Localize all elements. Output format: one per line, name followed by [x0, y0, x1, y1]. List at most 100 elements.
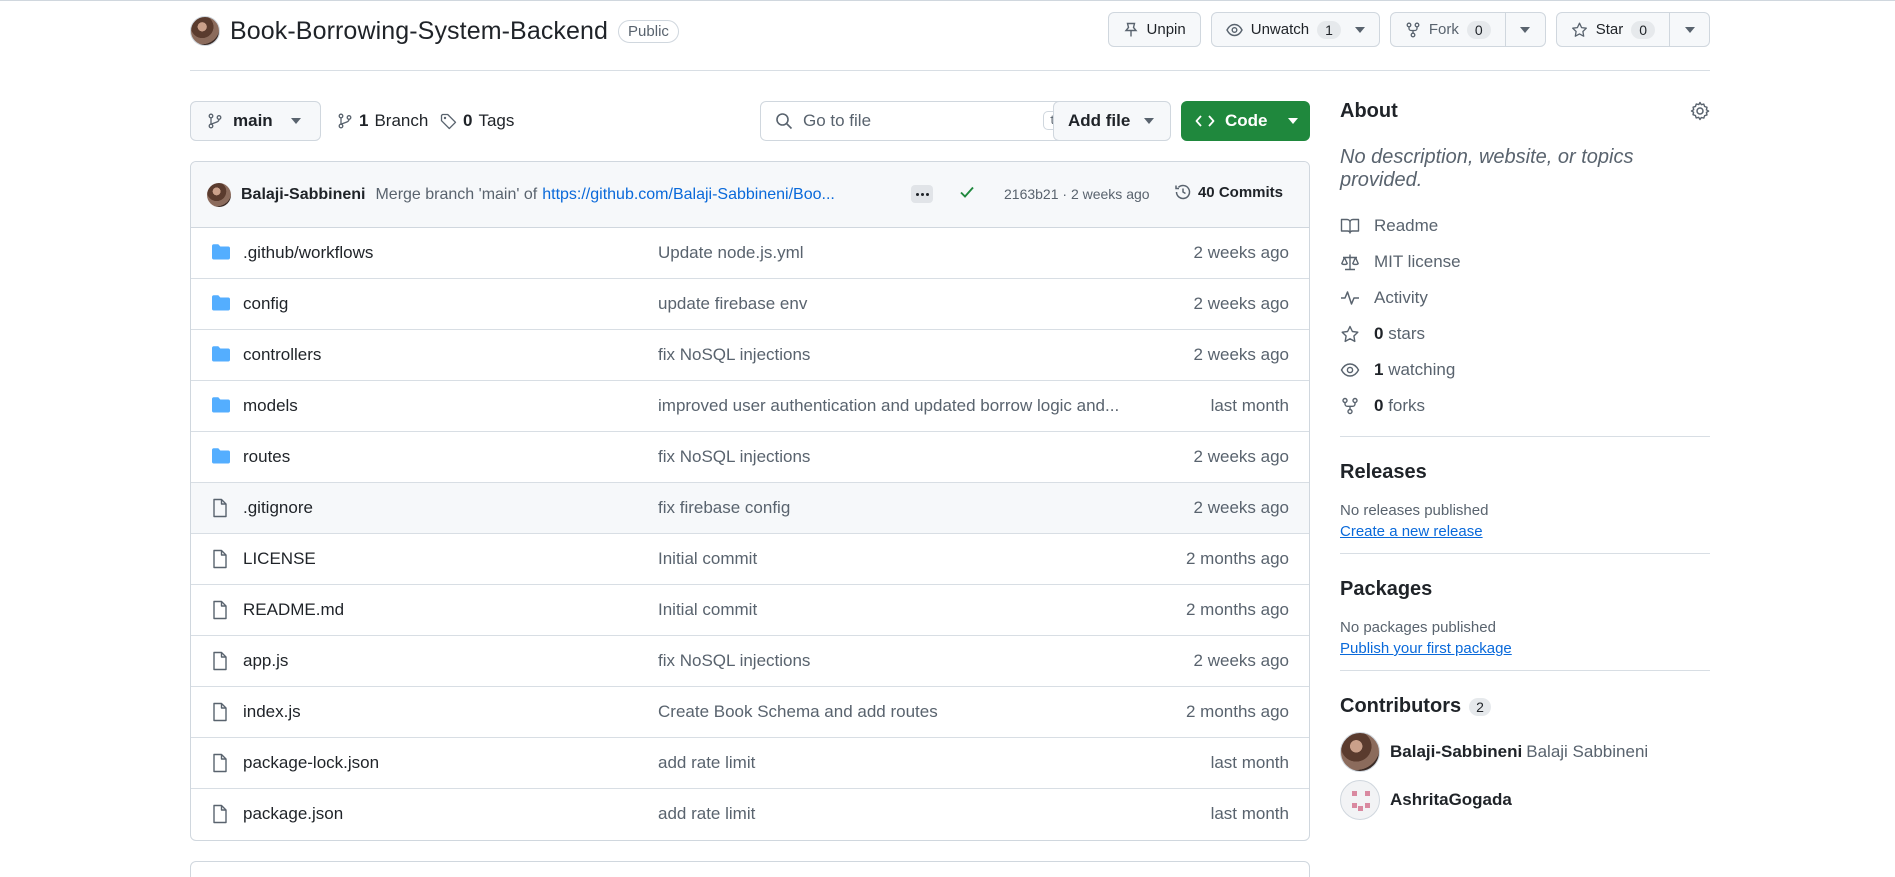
file-icon [211, 549, 229, 574]
readme-panel [190, 861, 1310, 877]
file-commit-date: last month [1210, 804, 1289, 823]
table-row[interactable]: .gitignore fix firebase config 2 weeks ago [191, 483, 1309, 534]
folder-icon [211, 345, 231, 368]
file-name[interactable]: LICENSE [243, 549, 316, 569]
table-row[interactable]: models improved user authentication and u… [191, 381, 1309, 432]
fork-dropdown[interactable] [1504, 13, 1545, 46]
table-row[interactable]: README.md Initial commit 2 months ago [191, 585, 1309, 636]
branches-link[interactable]: 1 Branch [337, 111, 428, 131]
table-row[interactable]: LICENSE Initial commit 2 months ago [191, 534, 1309, 585]
add-file-label: Add file [1068, 111, 1131, 130]
commit-sha-time[interactable]: 2163b21 · 2 weeks ago [1004, 186, 1150, 202]
file-name[interactable]: README.md [243, 600, 344, 620]
commit-author[interactable]: Balaji-Sabbineni [241, 186, 365, 204]
book-icon [1340, 218, 1360, 234]
avatar[interactable] [1340, 732, 1380, 772]
commits-history-link[interactable]: 40 Commits [1174, 183, 1283, 201]
table-row[interactable]: package.json add rate limit last month [191, 789, 1309, 840]
commit-message[interactable]: Merge branch 'main' of [375, 186, 537, 204]
file-commit-message[interactable]: add rate limit [658, 804, 755, 824]
chevron-down-icon [290, 118, 301, 124]
table-row[interactable]: config update firebase env 2 weeks ago [191, 279, 1309, 330]
contributor-item[interactable]: AshritaGogada [1340, 780, 1710, 820]
contributor-item[interactable]: Balaji-Sabbineni Balaji Sabbineni [1340, 732, 1710, 772]
readme-link[interactable]: Readme [1340, 208, 1710, 244]
file-commit-date: 2 weeks ago [1193, 294, 1289, 313]
file-icon [211, 702, 229, 727]
fork-button[interactable]: Fork 0 [1389, 12, 1546, 47]
star-button[interactable]: Star 0 [1555, 12, 1710, 47]
file-name[interactable]: config [243, 294, 288, 314]
activity-link[interactable]: Activity [1340, 280, 1710, 316]
tags-link[interactable]: 0 Tags [440, 111, 514, 131]
license-link[interactable]: MIT license [1340, 244, 1710, 280]
search-input[interactable] [803, 111, 1003, 131]
chevron-down-icon [1354, 26, 1365, 33]
unwatch-button[interactable]: Unwatch 1 [1210, 12, 1380, 47]
go-to-file-search[interactable]: t [760, 101, 1074, 141]
publish-package-link[interactable]: Publish your first package [1340, 640, 1512, 657]
file-name[interactable]: index.js [243, 702, 301, 722]
file-name[interactable]: .github/workflows [243, 243, 373, 263]
packages-title[interactable]: Packages [1340, 578, 1710, 601]
expand-commit-message-button[interactable] [911, 185, 933, 203]
repo-name[interactable]: Book-Borrowing-System-Backend [230, 17, 608, 46]
file-name[interactable]: routes [243, 447, 290, 467]
file-commit-message[interactable]: fix NoSQL injections [658, 345, 810, 365]
owner-avatar[interactable] [190, 16, 220, 46]
releases-empty-text: No releases published [1340, 502, 1489, 519]
file-name[interactable]: controllers [243, 345, 321, 365]
file-name[interactable]: package-lock.json [243, 753, 379, 773]
table-row[interactable]: routes fix NoSQL injections 2 weeks ago [191, 432, 1309, 483]
file-commit-message[interactable]: update firebase env [658, 294, 807, 314]
contributors-title[interactable]: Contributors [1340, 695, 1461, 718]
file-name[interactable]: models [243, 396, 298, 416]
file-commit-date: 2 weeks ago [1193, 243, 1289, 262]
table-row[interactable]: .github/workflows Update node.js.yml 2 wee… [191, 228, 1309, 279]
file-commit-message[interactable]: fix firebase config [658, 498, 790, 518]
releases-title[interactable]: Releases [1340, 461, 1710, 484]
commit-message-link[interactable]: https://github.com/Balaji-Sabbineni/Boo.… [542, 186, 835, 204]
chevron-down-icon [1520, 26, 1531, 33]
create-release-link[interactable]: Create a new release [1340, 523, 1483, 540]
file-name[interactable]: .gitignore [243, 498, 313, 518]
file-commit-message[interactable]: Update node.js.yml [658, 243, 804, 263]
file-commit-date: last month [1210, 396, 1289, 415]
table-row[interactable]: index.js Create Book Schema and add route… [191, 687, 1309, 738]
table-row[interactable]: package-lock.json add rate limit last mont… [191, 738, 1309, 789]
code-button[interactable]: Code [1181, 101, 1310, 141]
file-name[interactable]: package.json [243, 804, 343, 824]
table-row[interactable]: app.js fix NoSQL injections 2 weeks ago [191, 636, 1309, 687]
forks-link[interactable]: 0 forks [1340, 388, 1710, 424]
file-commit-message[interactable]: Initial commit [658, 549, 757, 569]
commit-author-avatar[interactable] [207, 182, 231, 207]
stars-label: stars [1388, 324, 1426, 343]
add-file-button[interactable]: Add file [1053, 101, 1171, 141]
check-icon[interactable] [958, 183, 976, 201]
file-commit-message[interactable]: fix NoSQL injections [658, 651, 810, 671]
file-commit-date: 2 weeks ago [1193, 498, 1289, 517]
about-title: About [1340, 99, 1398, 122]
file-name[interactable]: app.js [243, 651, 288, 671]
table-row[interactable]: controllers fix NoSQL injections 2 weeks a… [191, 330, 1309, 381]
tags-count: 0 [463, 111, 473, 130]
search-icon [776, 113, 793, 130]
about-header: About [1340, 96, 1710, 126]
file-commit-message[interactable]: fix NoSQL injections [658, 447, 810, 467]
file-commit-date: 2 weeks ago [1193, 651, 1289, 670]
contributor-login[interactable]: Balaji-Sabbineni [1390, 742, 1522, 762]
file-commit-message[interactable]: Create Book Schema and add routes [658, 702, 938, 722]
branch-selector[interactable]: main [190, 101, 321, 141]
watch-counter: 1 [1317, 20, 1341, 39]
file-commit-message[interactable]: add rate limit [658, 753, 755, 773]
file-commit-date: 2 months ago [1185, 600, 1289, 619]
star-dropdown[interactable] [1669, 13, 1709, 46]
stars-link[interactable]: 0 stars [1340, 316, 1710, 352]
file-commit-message[interactable]: Initial commit [658, 600, 757, 620]
unpin-button[interactable]: Unpin [1107, 12, 1201, 47]
gear-icon[interactable] [1690, 101, 1710, 121]
contributor-login[interactable]: AshritaGogada [1390, 790, 1512, 810]
avatar[interactable] [1340, 780, 1380, 820]
watching-link[interactable]: 1 watching [1340, 352, 1710, 388]
file-commit-message[interactable]: improved user authentication and updated… [658, 396, 1119, 416]
